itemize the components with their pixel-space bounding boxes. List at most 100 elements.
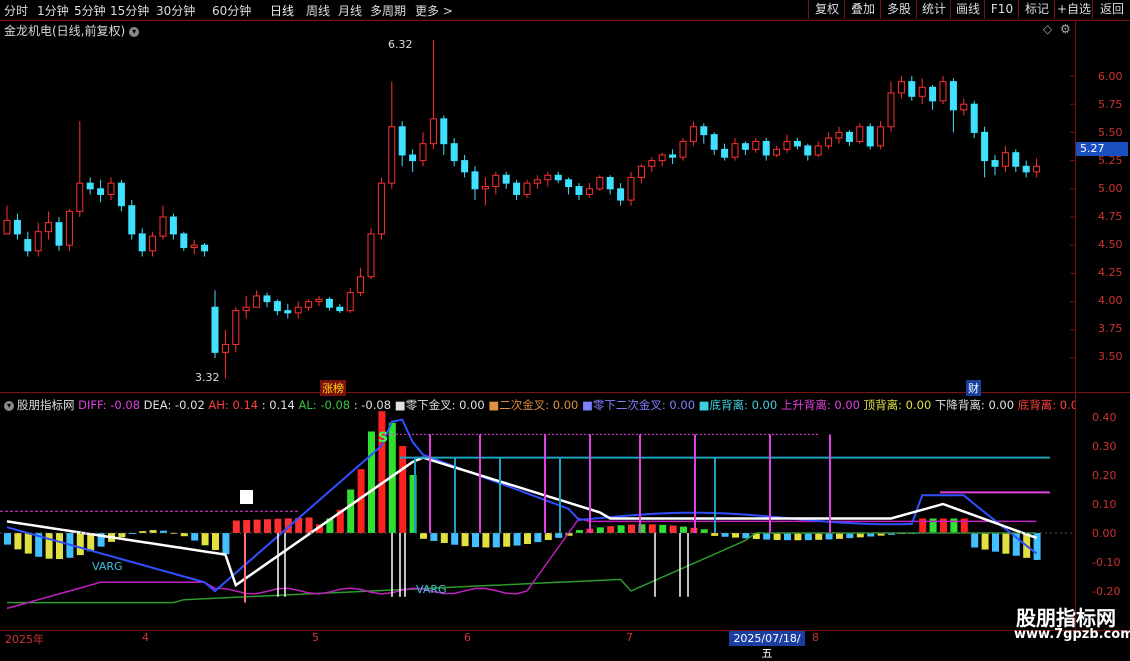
indicator-tick: 0.20 (1092, 469, 1117, 482)
macd-bar (430, 533, 438, 541)
candle-body (866, 126, 874, 147)
candle-body (575, 186, 583, 195)
candle-body (1012, 152, 1020, 167)
macd-bar (711, 533, 719, 536)
candle-body (34, 231, 42, 252)
legend-item: AH: 0.14 (204, 398, 259, 412)
macd-bar (45, 533, 53, 559)
macd-bar (472, 533, 479, 548)
diff-line (6, 418, 1038, 593)
price-tick: 5.00 (1098, 182, 1123, 195)
candle-body (492, 174, 500, 188)
macd-bar (721, 533, 729, 537)
price-tick: 4.25 (1098, 266, 1123, 279)
date-tick: 4 (142, 631, 149, 644)
macd-bar (222, 533, 230, 555)
candle-body (513, 182, 521, 195)
signal-s-label: S (378, 430, 389, 446)
current-price-label: 5.27 (1076, 142, 1128, 156)
indicator-tick: -0.20 (1092, 585, 1121, 598)
macd-bar (492, 533, 500, 548)
candle-body (159, 216, 167, 237)
macd-bar (825, 533, 833, 540)
macd-bar (212, 533, 219, 551)
macd-bar (669, 525, 677, 533)
macd-bar (513, 533, 521, 546)
candle-body (502, 174, 510, 184)
candle-body (201, 244, 209, 252)
macd-bar (700, 529, 708, 533)
candle-body (606, 177, 614, 190)
legend-item: 底背离: 0.00 : (1017, 398, 1075, 412)
macd-bar (648, 524, 656, 533)
macd-bar (1002, 533, 1010, 554)
zhangbang-tag[interactable]: 涨榜 (320, 380, 346, 396)
candle-body (700, 126, 708, 136)
macd-bar (201, 533, 209, 546)
macd-bar (56, 533, 63, 560)
legend-item: ■零下二次金叉: 0.00 (578, 398, 696, 412)
candle-body (315, 298, 323, 303)
candle-body (190, 244, 198, 248)
indicator-legend: ▾ 股朋指标网 DIFF: -0.08 DEA: -0.02 AH: 0.14 :… (0, 397, 1075, 413)
macd-bar (981, 533, 989, 550)
candle-body (533, 179, 541, 184)
candle-body (752, 140, 760, 150)
candle-body (710, 134, 718, 150)
varg-label-2: VARG (416, 583, 447, 596)
price-tick: 4.00 (1098, 294, 1123, 307)
macd-bar (24, 533, 32, 554)
macd-bar (399, 446, 407, 533)
candle-body (388, 126, 396, 184)
date-tick: 2025年 (5, 633, 44, 646)
legend-item: : 0.14 (258, 398, 295, 412)
candle-body (471, 171, 479, 190)
candle-body (741, 143, 749, 150)
candle-body (554, 174, 562, 181)
candle-body (24, 239, 32, 252)
legend-item: ■底背离: 0.00 (695, 398, 778, 412)
candle-body (242, 306, 250, 312)
macd-bar (264, 519, 271, 533)
indicator-tick: 0.10 (1092, 498, 1117, 511)
candle-body (325, 298, 333, 308)
candle-body (908, 81, 916, 97)
macd-bar (524, 533, 531, 545)
macd-bar (628, 524, 635, 533)
candle-body (835, 131, 843, 139)
chevron-down-icon[interactable]: ▾ (4, 400, 14, 411)
candle-body (221, 343, 229, 353)
macd-bar (534, 533, 542, 543)
candle-body (773, 148, 781, 156)
candle-body (211, 306, 219, 353)
candle-body (1022, 165, 1030, 173)
candle-body (929, 86, 937, 102)
candle-body (523, 182, 531, 195)
macd-bar (420, 533, 427, 539)
candle-body (481, 186, 489, 190)
macd-bar (440, 533, 448, 543)
macd-bar (274, 518, 282, 533)
macd-bar (680, 526, 687, 533)
macd-bar (794, 533, 802, 541)
white-marker (240, 490, 253, 504)
date-tick: 7 (626, 631, 633, 644)
candle-body (284, 310, 292, 314)
price-tick: 5.50 (1098, 126, 1123, 139)
high-price-label: 6.32 (388, 38, 413, 51)
macd-bar (690, 527, 698, 533)
macd-bar (14, 533, 22, 550)
chart-canvas[interactable] (0, 0, 1130, 650)
candle-body (856, 126, 864, 142)
price-tick: 3.50 (1098, 350, 1123, 363)
candle-body (107, 182, 115, 195)
date-tick: 6 (464, 631, 471, 644)
finance-tag[interactable]: 财 (966, 380, 981, 396)
candle-body (429, 118, 437, 145)
candle-body (450, 143, 458, 162)
macd-bar (305, 517, 313, 533)
legend-item: 顶背离: 0.00 (859, 398, 932, 412)
candle-body (981, 131, 989, 162)
candle-body (263, 295, 271, 303)
candle-body (731, 143, 739, 158)
